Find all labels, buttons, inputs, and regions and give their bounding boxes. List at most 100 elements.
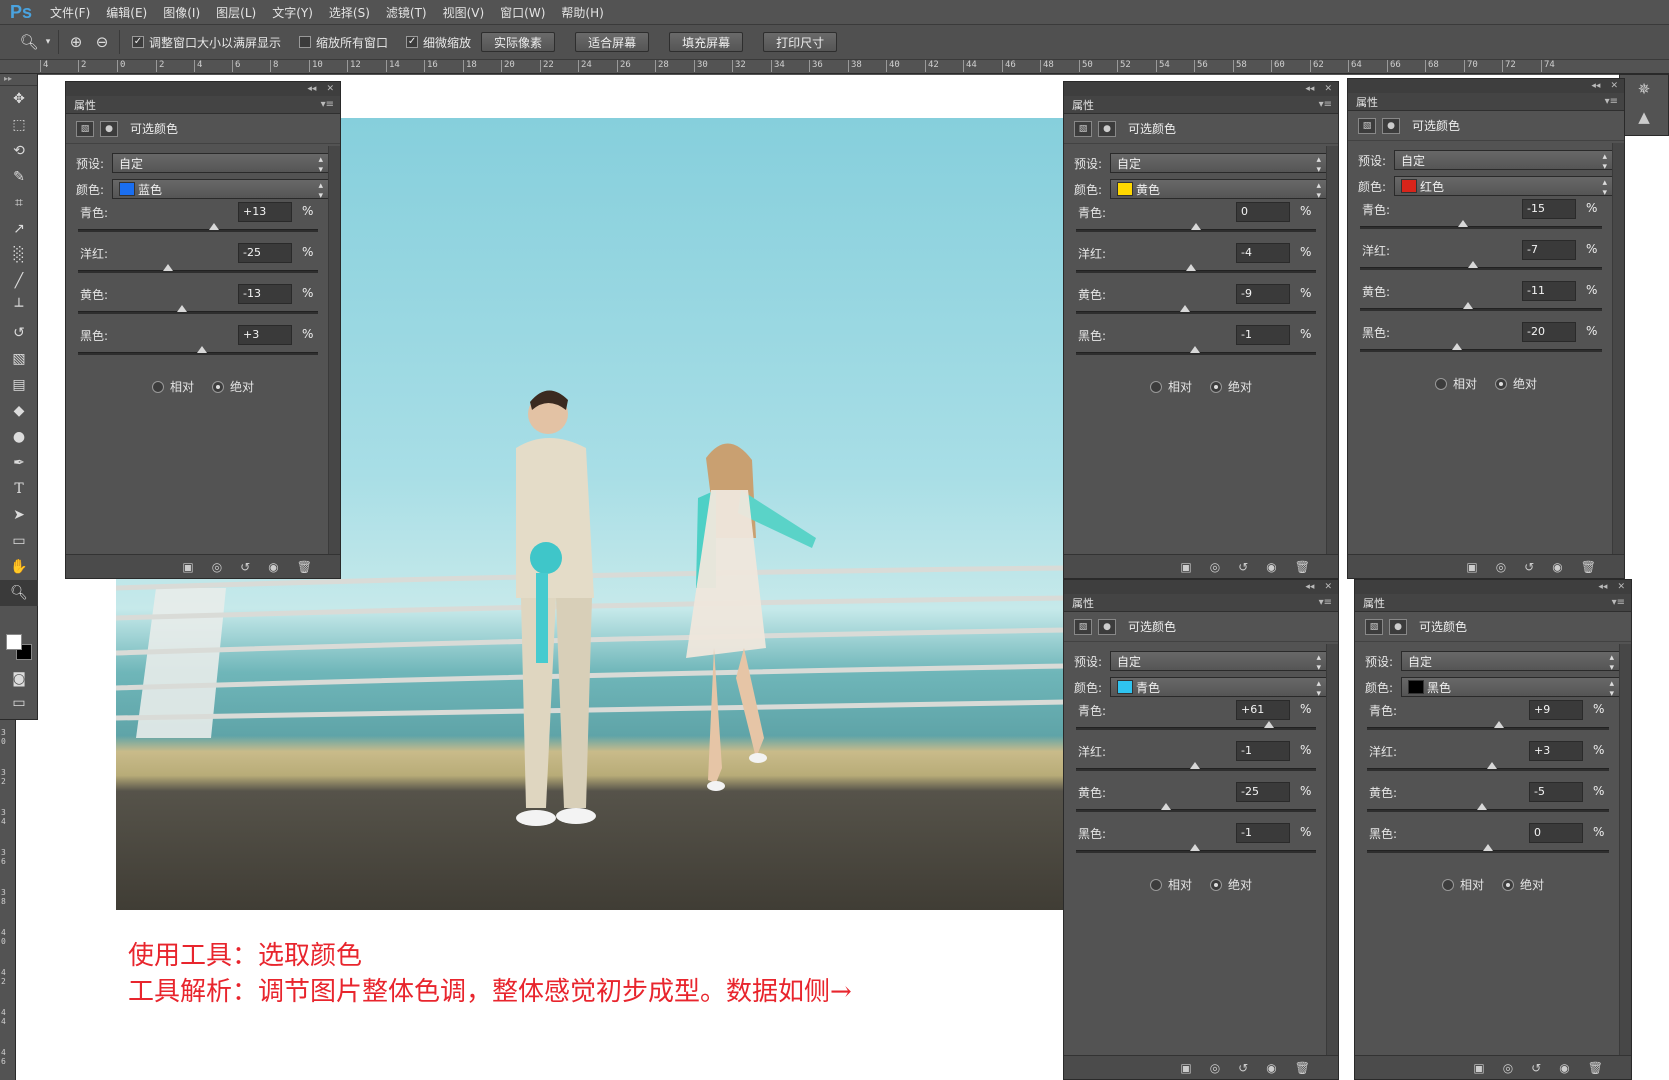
layer-mask-icon[interactable]: ● (1382, 117, 1400, 134)
histogram-icon[interactable]: ▲ (1620, 103, 1668, 131)
radio-absolute[interactable]: 绝对 (1210, 876, 1252, 893)
menu-edit[interactable]: 编辑(E) (98, 4, 155, 21)
preset-dropdown[interactable]: 自定 ▴ ▾ (1110, 153, 1328, 175)
print-size-button[interactable]: 打印尺寸 (763, 32, 838, 52)
slider-thumb[interactable] (1161, 803, 1171, 810)
slider-thumb[interactable] (1462, 302, 1473, 309)
resize-windows-checkbox[interactable]: ✓ 调整窗口大小以满屏显示 (132, 34, 281, 51)
panel-scrollbar[interactable] (328, 146, 340, 554)
slider-value-input[interactable]: 0 (1529, 823, 1583, 843)
menu-window[interactable]: 窗口(W) (492, 4, 553, 21)
gradient-tool-icon[interactable]: ▤ (0, 372, 38, 398)
slider-thumb[interactable] (1189, 844, 1200, 851)
move-tool-icon[interactable]: ✥ (0, 86, 38, 112)
slider-value-input[interactable]: -1 (1236, 325, 1290, 345)
slider-thumb[interactable] (1180, 305, 1191, 312)
collapse-icon[interactable]: ◂◂ (1598, 582, 1607, 592)
slider-value-input[interactable]: +3 (238, 325, 292, 345)
slider-track[interactable] (1367, 809, 1609, 812)
visibility-eye-icon[interactable]: ◉ (268, 560, 278, 574)
visibility-eye-icon[interactable]: ◉ (1266, 560, 1276, 574)
slider-value-input[interactable]: -4 (1236, 243, 1290, 263)
reset-icon[interactable]: ↺ (1238, 1061, 1248, 1075)
slider-value-input[interactable]: -7 (1522, 240, 1576, 260)
preset-dropdown[interactable]: 自定 ▴ ▾ (1401, 651, 1621, 673)
panel-scrollbar[interactable] (1326, 146, 1338, 554)
clip-to-layer-icon[interactable]: ▣ (1466, 560, 1477, 574)
menu-view[interactable]: 视图(V) (435, 4, 493, 21)
zoom-tool-preset-icon[interactable]: 🔍︎ (16, 30, 42, 54)
slider-thumb[interactable] (1457, 220, 1468, 227)
eyedropper-tool-icon[interactable]: ↗ (0, 216, 38, 242)
clip-to-layer-icon[interactable]: ▣ (1473, 1061, 1484, 1075)
radio-absolute[interactable]: 绝对 (212, 378, 254, 395)
crop-tool-icon[interactable]: ⌗ (0, 190, 38, 216)
slider-value-input[interactable]: -25 (1236, 782, 1290, 802)
screen-mode-icon[interactable]: ▭ (0, 690, 38, 716)
slider-value-input[interactable]: -15 (1522, 199, 1576, 219)
clone-stamp-tool-icon[interactable]: ┴ (0, 294, 38, 320)
foreground-color-swatch[interactable] (6, 634, 22, 650)
radio-relative[interactable]: 相对 (151, 378, 194, 395)
slider-track[interactable] (78, 311, 318, 314)
type-tool-icon[interactable]: T (0, 476, 38, 502)
menu-layer[interactable]: 图层(L) (208, 4, 264, 21)
layer-mask-icon[interactable]: ● (100, 120, 118, 137)
visibility-eye-icon[interactable]: ◉ (1552, 560, 1562, 574)
reset-icon[interactable]: ↺ (1238, 560, 1248, 574)
radio-relative[interactable]: 相对 (1441, 876, 1484, 893)
collapse-icon[interactable]: ◂◂ (1305, 84, 1314, 94)
close-icon[interactable]: ✕ (1324, 84, 1332, 94)
close-icon[interactable]: ✕ (1324, 582, 1332, 592)
panel-titlebar[interactable]: ◂◂ ✕ (1355, 580, 1631, 594)
slider-thumb[interactable] (1189, 346, 1200, 353)
preset-dropdown[interactable]: 自定 ▴ ▾ (112, 153, 330, 175)
slider-track[interactable] (1360, 349, 1602, 352)
scrubby-zoom-checkbox[interactable]: ✓ 细微缩放 (406, 34, 471, 51)
path-selection-tool-icon[interactable]: ➤ (0, 502, 38, 528)
tab-properties[interactable]: 属性 (1072, 97, 1094, 113)
color-dropdown[interactable]: 黑色 ▴ ▾ (1401, 677, 1621, 699)
slider-thumb[interactable] (1264, 721, 1275, 728)
slider-value-input[interactable]: +61 (1236, 700, 1290, 720)
adjustments-icon[interactable]: ✵ (1620, 75, 1668, 103)
slider-track[interactable] (1360, 267, 1602, 270)
slider-thumb[interactable] (1476, 803, 1487, 810)
radio-relative[interactable]: 相对 (1149, 378, 1192, 395)
healing-brush-tool-icon[interactable]: ░ (0, 242, 38, 268)
collapse-icon[interactable]: ◂◂ (307, 84, 316, 94)
clip-to-layer-icon[interactable]: ▣ (1180, 560, 1191, 574)
clip-to-layer-icon[interactable]: ▣ (1180, 1061, 1191, 1075)
slider-value-input[interactable]: -25 (238, 243, 292, 263)
slider-thumb[interactable] (196, 346, 207, 353)
reset-icon[interactable]: ↺ (1524, 560, 1534, 574)
radio-relative[interactable]: 相对 (1149, 876, 1192, 893)
slider-track[interactable] (1360, 308, 1602, 311)
menu-image[interactable]: 图像(I) (155, 4, 208, 21)
tab-properties[interactable]: 属性 (1363, 595, 1385, 611)
collapse-icon[interactable]: ◂◂ (1305, 582, 1314, 592)
fill-screen-button[interactable]: 填充屏幕 (669, 32, 744, 52)
menu-select[interactable]: 选择(S) (321, 4, 378, 21)
slider-value-input[interactable]: 0 (1236, 202, 1290, 222)
color-dropdown[interactable]: 红色 ▴ ▾ (1394, 176, 1614, 198)
radio-absolute[interactable]: 绝对 (1495, 375, 1537, 392)
reset-icon[interactable]: ↺ (240, 560, 250, 574)
zoom-all-windows-checkbox[interactable]: 缩放所有窗口 (299, 34, 388, 51)
slider-thumb[interactable] (208, 223, 219, 230)
layer-mask-icon[interactable]: ● (1098, 120, 1116, 137)
preset-dropdown[interactable]: 自定 ▴ ▾ (1110, 651, 1328, 673)
preset-dropdown[interactable]: 自定 ▴ ▾ (1394, 150, 1614, 172)
dodge-tool-icon[interactable]: ● (0, 424, 38, 450)
slider-thumb[interactable] (1467, 261, 1478, 268)
close-icon[interactable]: ✕ (1617, 582, 1625, 592)
color-dropdown[interactable]: 青色 ▴ ▾ (1110, 677, 1328, 699)
view-previous-icon[interactable]: ◎ (1496, 560, 1506, 574)
trash-icon[interactable]: 🗑︎ (1295, 560, 1310, 574)
tab-properties[interactable]: 属性 (1072, 595, 1094, 611)
slider-track[interactable] (1076, 809, 1316, 812)
panel-menu-icon[interactable]: ▾≡ (1319, 597, 1332, 608)
tab-properties[interactable]: 属性 (74, 97, 96, 113)
menu-file[interactable]: 文件(F) (42, 4, 98, 21)
radio-absolute[interactable]: 绝对 (1210, 378, 1252, 395)
